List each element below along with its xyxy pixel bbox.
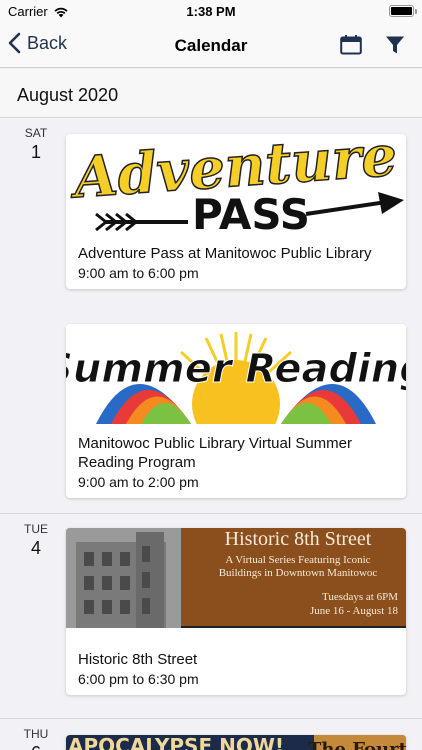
day-section-sat-1: SAT 1 Adventure PASS Adventure Pass at M… <box>0 117 422 513</box>
calendar-view-button[interactable] <box>338 32 364 58</box>
event-banner-historic-8th-street: Historic 8th Street A Virtual Series Fea… <box>66 528 406 628</box>
filter-button[interactable] <box>382 32 408 58</box>
month-label: August 2020 <box>17 85 119 105</box>
event-title: Manitowoc Public Library Virtual Summer … <box>78 435 352 471</box>
day-section-tue-4: TUE 4 Historic 8th Street A Virtual Seri… <box>0 513 422 718</box>
summer-reading-banner-word: Summer Reading <box>66 346 406 392</box>
event-banner-apocalypse-now: APOCALYPSE NOW! The Fourth <box>66 735 406 750</box>
event-card-adventure-pass[interactable]: Adventure PASS Adventure Pass at Manitow… <box>66 134 406 289</box>
historic-banner-line-1: A Virtual Series Featuring Iconic <box>225 554 370 566</box>
event-banner-adventure-pass: Adventure PASS <box>66 134 406 234</box>
day-of-week: SAT <box>24 126 48 140</box>
month-header: August 2020 <box>0 69 422 117</box>
day-label: SAT 1 <box>16 126 56 163</box>
day-label: TUE 4 <box>16 522 56 559</box>
event-card-summer-reading[interactable]: Summer Reading Manitowoc Public Library … <box>66 324 406 498</box>
battery-icon <box>389 5 417 17</box>
event-card-apocalypse-now[interactable]: APOCALYPSE NOW! The Fourth <box>66 735 406 750</box>
day-of-month: 1 <box>30 142 41 162</box>
event-card-historic-8th-street[interactable]: Historic 8th Street A Virtual Series Fea… <box>66 528 406 695</box>
day-of-week: TUE <box>24 522 48 536</box>
apocalypse-banner-word: APOCALYPSE NOW! <box>68 735 284 750</box>
calendar-icon <box>340 35 362 55</box>
event-banner-summer-reading: Summer Reading <box>66 324 406 424</box>
status-bar: Carrier 1:38 PM <box>0 0 422 24</box>
day-of-week: THU <box>23 727 49 741</box>
status-time: 1:38 PM <box>186 4 236 19</box>
navigation-bar: Back Calendar <box>0 24 422 68</box>
day-label: THU 6 <box>16 727 56 750</box>
event-time: 9:00 am to 6:00 pm <box>78 265 199 281</box>
historic-banner-line-4: June 16 - August 18 <box>310 605 399 617</box>
event-title: Adventure Pass at Manitowoc Public Libra… <box>78 245 372 262</box>
event-time: 9:00 am to 2:00 pm <box>78 474 199 490</box>
historic-banner-heading: Historic 8th Street <box>225 528 372 550</box>
day-of-month: 4 <box>30 538 41 558</box>
fourth-banner-word: The Fourth <box>308 739 406 750</box>
historic-banner-line-2: Buildings in Downtown Manitowoc <box>219 567 378 579</box>
event-time: 6:00 pm to 6:30 pm <box>78 671 199 687</box>
filter-icon <box>386 36 404 54</box>
historic-banner-line-3: Tuesdays at 6PM <box>322 591 398 603</box>
pass-banner-word: PASS <box>192 190 310 234</box>
day-of-month: 6 <box>16 743 56 750</box>
event-title: Historic 8th Street <box>78 651 198 668</box>
day-section-thu-6: THU 6 APOCALYPSE NOW! The Fourth <box>0 718 422 750</box>
